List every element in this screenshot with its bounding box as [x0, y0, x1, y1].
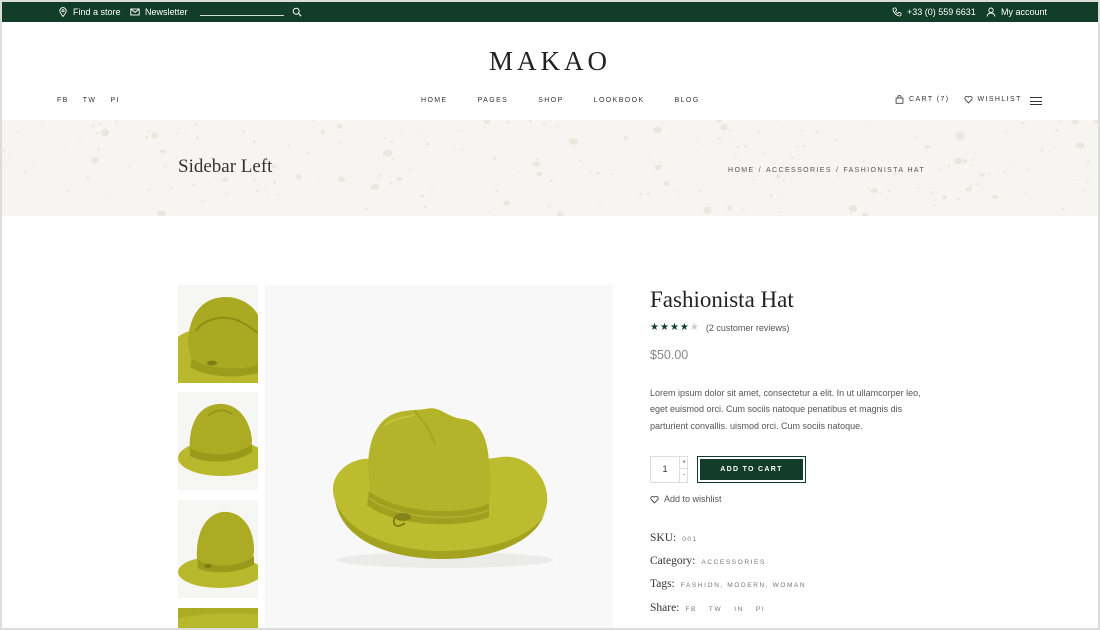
- tags-links[interactable]: FASHION, MODERN, WOMAN: [681, 582, 806, 589]
- reviews-link[interactable]: (2 customer reviews): [706, 323, 790, 333]
- cart-link[interactable]: CART (7): [895, 95, 950, 104]
- main-navigation: HOME PAGES SHOP LOOKBOOK BLOG: [421, 97, 700, 104]
- search-icon: [292, 7, 302, 17]
- hat-image: [178, 285, 258, 383]
- breadcrumb-current: FASHIONISTA HAT: [843, 167, 926, 174]
- page: Find a store Newsletter +33 (0) 559 6631…: [2, 2, 1098, 628]
- nav-item-pages[interactable]: PAGES: [478, 97, 509, 104]
- nav-item-lookbook[interactable]: LOOKBOOK: [594, 97, 645, 104]
- hat-image: [178, 392, 258, 490]
- share-link-fb[interactable]: FB: [685, 606, 697, 613]
- search-button[interactable]: [292, 2, 302, 22]
- product-rating: ★ ★ ★ ★ ★ (2 customer reviews): [650, 322, 789, 333]
- bag-icon: [895, 95, 904, 104]
- breadcrumb-accessories[interactable]: ACCESSORIES: [766, 167, 832, 174]
- top-bar: Find a store Newsletter +33 (0) 559 6631…: [2, 2, 1098, 22]
- account-link[interactable]: My account: [986, 2, 1047, 22]
- newsletter-label: Newsletter: [145, 7, 188, 17]
- phone-link[interactable]: +33 (0) 559 6631: [892, 2, 976, 22]
- share-links: FB TW IN PI: [685, 606, 765, 613]
- sku-label: SKU:: [650, 532, 677, 544]
- header-actions: CART (7) WISHLIST: [895, 95, 1022, 104]
- category-label: Category:: [650, 555, 696, 567]
- share-link-in[interactable]: IN: [734, 606, 744, 613]
- star-icon: ★: [679, 322, 689, 333]
- share-link-tw[interactable]: TW: [709, 606, 722, 613]
- nav-item-shop[interactable]: SHOP: [538, 97, 563, 104]
- social-link-tw[interactable]: TW: [83, 97, 97, 104]
- breadcrumb-separator: /: [835, 167, 840, 174]
- phone-number: +33 (0) 559 6631: [907, 7, 976, 17]
- wishlist-header-link[interactable]: WISHLIST: [963, 95, 1022, 104]
- newsletter-search-input[interactable]: [200, 15, 284, 16]
- mail-icon: [130, 8, 140, 16]
- find-store-link[interactable]: Find a store: [58, 2, 121, 22]
- add-to-cart-button[interactable]: ADD TO CART: [697, 456, 806, 483]
- heart-icon: [650, 495, 659, 504]
- product-main-image[interactable]: [265, 285, 613, 628]
- social-link-pi[interactable]: PI: [110, 97, 119, 104]
- hat-image: [178, 500, 258, 598]
- category-link[interactable]: ACCESSORIES: [701, 559, 766, 566]
- newsletter-link[interactable]: Newsletter: [130, 2, 188, 22]
- product-title: Fashionista Hat: [650, 287, 794, 312]
- star-icon: ★: [689, 322, 699, 333]
- find-store-label: Find a store: [73, 7, 121, 17]
- star-icon: ★: [659, 322, 669, 333]
- product-thumbnail-3[interactable]: [178, 500, 258, 598]
- phone-icon: [892, 7, 902, 17]
- user-icon: [986, 7, 996, 17]
- share-row: Share: FB TW IN PI: [650, 602, 765, 614]
- star-rating: ★ ★ ★ ★ ★: [650, 322, 699, 333]
- tags-label: Tags:: [650, 578, 675, 590]
- header-social-links: FB TW PI: [57, 97, 120, 104]
- nav-item-home[interactable]: HOME: [421, 97, 448, 104]
- add-to-wishlist-link[interactable]: Add to wishlist: [650, 494, 722, 504]
- product-thumbnail-1[interactable]: [178, 285, 258, 383]
- product-thumbnail-4[interactable]: [178, 608, 258, 628]
- hat-image: [178, 608, 258, 628]
- terrazzo-pattern: [2, 120, 1098, 216]
- map-pin-icon: [59, 7, 67, 17]
- breadcrumb-home[interactable]: HOME: [728, 167, 755, 174]
- social-link-fb[interactable]: FB: [57, 97, 69, 104]
- nav-item-blog[interactable]: BLOG: [675, 97, 700, 104]
- product-price: $50.00: [650, 348, 689, 362]
- page-banner: Sidebar Left HOME / ACCESSORIES / FASHIO…: [2, 120, 1098, 216]
- hamburger-menu-icon[interactable]: [1030, 97, 1042, 106]
- wishlist-header-label: WISHLIST: [977, 96, 1022, 103]
- category-row: Category: ACCESSORIES: [650, 555, 766, 567]
- breadcrumb-separator: /: [758, 167, 762, 174]
- heart-icon: [963, 95, 973, 104]
- quantity-stepper: 1 + -: [650, 456, 688, 483]
- quantity-input[interactable]: 1: [651, 457, 679, 482]
- star-icon: ★: [650, 322, 659, 333]
- product-thumbnail-2[interactable]: [178, 392, 258, 490]
- sku-row: SKU: 001: [650, 532, 698, 544]
- quantity-increase-button[interactable]: +: [679, 457, 688, 469]
- quantity-decrease-button[interactable]: -: [679, 470, 688, 482]
- sku-value: 001: [682, 536, 698, 543]
- add-to-wishlist-label: Add to wishlist: [664, 494, 722, 504]
- page-title: Sidebar Left: [178, 156, 273, 177]
- breadcrumb: HOME / ACCESSORIES / FASHIONISTA HAT: [728, 167, 925, 174]
- account-label: My account: [1001, 7, 1048, 17]
- star-icon: ★: [669, 322, 679, 333]
- tags-row: Tags: FASHION, MODERN, WOMAN: [650, 578, 806, 590]
- site-logo[interactable]: MAKAO: [2, 46, 1098, 77]
- product-description: Lorem ipsum dolor sit amet, consectetur …: [650, 388, 921, 431]
- share-label: Share:: [650, 602, 680, 614]
- cart-label: CART (7): [909, 96, 950, 103]
- hat-image: [332, 408, 553, 568]
- share-link-pi[interactable]: PI: [756, 606, 765, 613]
